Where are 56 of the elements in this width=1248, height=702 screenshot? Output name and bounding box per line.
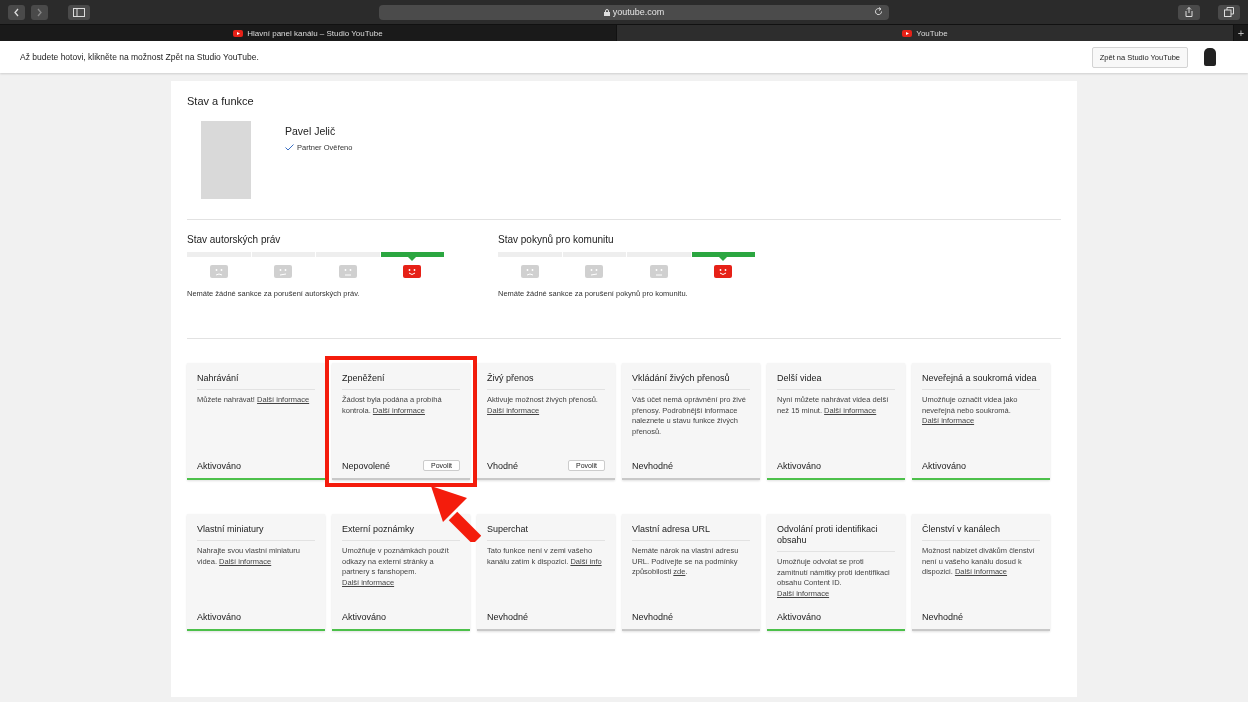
feature-status: Aktivováno xyxy=(777,461,822,471)
channel-name: Pavel Jelič xyxy=(285,125,337,137)
feature-status: Aktivováno xyxy=(777,612,822,622)
face-icon xyxy=(585,265,604,278)
happy-face-icon xyxy=(403,265,422,278)
face-icon xyxy=(338,265,357,278)
card-title: Delší videa xyxy=(777,373,895,390)
feature-status: Nevhodné xyxy=(632,461,674,471)
video-logo-icon xyxy=(902,29,913,37)
avatar[interactable] xyxy=(1204,48,1216,66)
feature-status: Nevhodné xyxy=(632,612,674,622)
tabs-overview-button[interactable] xyxy=(1218,4,1240,20)
notice-text: Až budete hotovi, klikněte na možnost Zpět na Studio YouTube. xyxy=(20,52,260,62)
face-icon xyxy=(209,265,228,278)
share-icon xyxy=(1185,7,1193,17)
chevron-left-icon xyxy=(13,7,20,17)
feature-status: Nevhodné xyxy=(922,612,964,622)
card-title: Vlastní miniatury xyxy=(197,524,315,541)
card-title: Vlastní adresa URL xyxy=(632,524,750,541)
section-heading: Stav autorských práv xyxy=(187,234,282,245)
check-icon xyxy=(285,144,294,151)
happy-face-icon xyxy=(714,265,733,278)
feature-status: Nevhodné xyxy=(487,612,529,622)
reload-icon[interactable] xyxy=(874,6,883,16)
feature-status: Aktivováno xyxy=(342,612,387,622)
face-icon xyxy=(520,265,539,278)
browser-tab[interactable]: YouTube xyxy=(617,25,1234,41)
feature-status: Vhodné xyxy=(487,460,519,471)
address-bar[interactable]: youtube.com xyxy=(379,4,889,20)
card-title: Neveřejná a soukromá videa xyxy=(922,373,1040,390)
forward-button[interactable] xyxy=(31,4,48,20)
lock-icon xyxy=(603,8,610,16)
card-title: Superchat xyxy=(487,524,605,541)
sidebar-icon xyxy=(73,7,85,17)
card-title: Nahrávání xyxy=(197,373,315,390)
card-title: Odvolání proti identifikaci obsahu xyxy=(777,524,895,552)
card-title: Externí poznámky xyxy=(342,524,460,541)
section-heading: Stav pokynů pro komunitu xyxy=(498,234,615,245)
card-title: Zpeněžení xyxy=(342,373,460,390)
share-button[interactable] xyxy=(1178,4,1200,20)
video-logo-icon xyxy=(233,29,244,37)
page-heading: Stav a funkce xyxy=(187,95,255,107)
face-icon xyxy=(274,265,293,278)
feature-status: Aktivováno xyxy=(197,461,242,471)
chevron-right-icon xyxy=(36,7,43,17)
card-title: Živý přenos xyxy=(487,373,605,390)
back-button[interactable] xyxy=(8,4,25,20)
face-icon xyxy=(649,265,668,278)
tabs-icon xyxy=(1224,7,1234,17)
arrow-annotation xyxy=(431,486,481,542)
feature-status: Aktivováno xyxy=(922,461,967,471)
feature-status: Nepovolené xyxy=(342,460,391,471)
feature-status: Aktivováno xyxy=(197,612,242,622)
card-title: Členství v kanálech xyxy=(922,524,1040,541)
card-title: Vkládání živých přenosů xyxy=(632,373,750,390)
sidebar-button[interactable] xyxy=(68,4,90,20)
